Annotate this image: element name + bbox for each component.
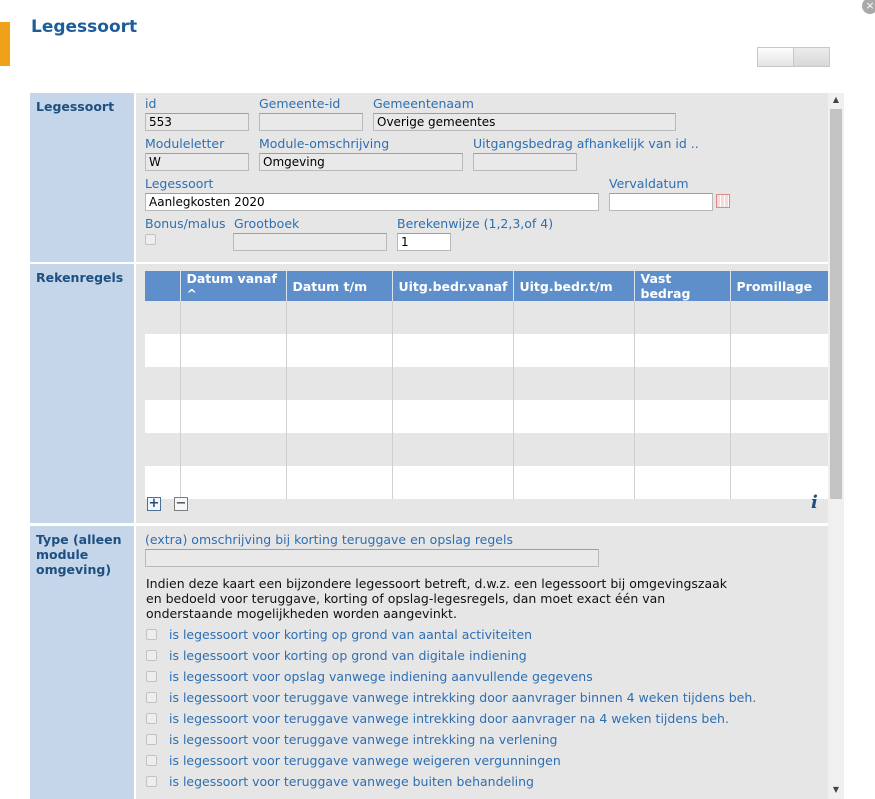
gemeentenaam-label: Gemeentenaam [373, 96, 474, 111]
option-opslag-aanvullend[interactable]: is legessoort voor opslag vanwege indien… [146, 667, 593, 685]
option-label: is legessoort voor teruggave vanwege bui… [169, 773, 534, 789]
option-checkbox[interactable] [146, 670, 157, 682]
table-row[interactable] [145, 466, 829, 499]
id-field[interactable]: 553 [145, 113, 249, 131]
section-label: Type (alleen module omgeving) [30, 526, 134, 799]
table-row[interactable] [145, 367, 829, 400]
option-teruggave-binnen-4-weken[interactable]: is legessoort voor teruggave vanwege int… [146, 688, 756, 706]
scroll-down-icon[interactable]: ▼ [828, 783, 844, 797]
option-checkbox[interactable] [146, 628, 157, 640]
table-row[interactable] [145, 433, 829, 466]
uitgangsbedrag-label: Uitgangsbedrag afhankelijk van id .. [473, 136, 699, 151]
grootboek-label: Grootboek [234, 216, 300, 231]
option-checkbox[interactable] [146, 754, 157, 766]
id-label: id [145, 96, 157, 111]
moduleletter-field[interactable]: W [145, 153, 249, 171]
accent-bar [0, 22, 10, 66]
vervaldatum-field[interactable] [609, 193, 713, 211]
column-header-uitg-bedr-vanaf[interactable]: Uitg.bedr.vanaf [391, 271, 513, 301]
toggle-left[interactable] [758, 48, 793, 66]
berekenwijze-label: Berekenwijze (1,2,3,of 4) [397, 216, 554, 231]
remove-row-icon[interactable]: − [174, 497, 188, 511]
gemeente-id-label: Gemeente-id [259, 96, 341, 111]
form-area: Legessoort id 553 Gemeente-id Gemeentena… [30, 93, 845, 799]
column-header-promillage[interactable]: Promillage [729, 271, 829, 301]
add-row-icon[interactable]: + [147, 497, 161, 511]
section-type: Type (alleen module omgeving) (extra) om… [30, 526, 828, 799]
omschrijving-field[interactable] [145, 549, 599, 567]
column-header-uitg-bedr-tm[interactable]: Uitg.bedr.t/m [512, 271, 634, 301]
table-row[interactable] [145, 400, 829, 433]
option-checkbox[interactable] [146, 712, 157, 724]
module-omschrijving-label: Module-omschrijving [259, 136, 390, 151]
moduleletter-label: Moduleletter [145, 136, 225, 151]
legessoort-field[interactable]: Aanlegkosten 2020 [145, 193, 599, 211]
option-label: is legessoort voor opslag vanwege indien… [169, 668, 593, 684]
vervaldatum-label: Vervaldatum [609, 176, 689, 191]
rekenregels-table: Datum vanaf ^ Datum t/m Uitg.bedr.vanaf … [145, 271, 829, 499]
option-label: is legessoort voor teruggave vanwege wei… [169, 752, 561, 768]
dialog-title: Legessoort [31, 17, 138, 37]
option-label: is legessoort voor korting op grond van … [169, 626, 533, 642]
section-body: Datum vanaf ^ Datum t/m Uitg.bedr.vanaf … [136, 264, 829, 523]
close-icon[interactable]: × [862, 0, 875, 14]
section-legessoort: Legessoort id 553 Gemeente-id Gemeentena… [30, 93, 828, 262]
column-header-vast-bedrag[interactable]: Vast bedrag [633, 271, 730, 301]
column-header-datum-vanaf[interactable]: Datum vanaf ^ [179, 271, 286, 301]
option-teruggave-na-4-weken[interactable]: is legessoort voor teruggave vanwege int… [146, 709, 729, 727]
view-toggle[interactable] [757, 47, 830, 67]
table-header-row: Datum vanaf ^ Datum t/m Uitg.bedr.vanaf … [145, 271, 829, 301]
option-checkbox[interactable] [146, 649, 157, 661]
column-header-datum-tm[interactable]: Datum t/m [285, 271, 392, 301]
option-checkbox[interactable] [146, 691, 157, 703]
option-checkbox[interactable] [146, 733, 157, 745]
legessoort-label: Legessoort [145, 176, 214, 191]
option-teruggave-na-verlening[interactable]: is legessoort voor teruggave vanwege int… [146, 730, 557, 748]
option-label: is legessoort voor teruggave vanwege int… [169, 689, 757, 705]
option-teruggave-buiten-behandeling[interactable]: is legessoort voor teruggave vanwege bui… [146, 772, 534, 790]
option-korting-digitaal[interactable]: is legessoort voor korting op grond van … [146, 646, 527, 664]
table-row[interactable] [145, 301, 829, 334]
scrollbar-thumb[interactable] [830, 109, 842, 499]
section-body: (extra) omschrijving bij korting terugga… [136, 526, 828, 799]
option-korting-activiteiten[interactable]: is legessoort voor korting op grond van … [146, 625, 532, 643]
explanation-text: Indien deze kaart een bijzondere legesso… [146, 576, 728, 621]
vertical-scrollbar[interactable]: ▲ ▼ [828, 93, 844, 799]
option-label: is legessoort voor teruggave vanwege int… [169, 731, 558, 747]
berekenwijze-field[interactable]: 1 [397, 233, 451, 251]
section-label: Legessoort [30, 93, 134, 262]
section-rekenregels: Rekenregels Datum vanaf ^ Datum t/m Uitg… [30, 264, 829, 523]
omschrijving-label: (extra) omschrijving bij korting terugga… [145, 532, 513, 547]
gemeente-id-field[interactable] [259, 113, 363, 131]
module-omschrijving-field[interactable]: Omgeving [259, 153, 463, 171]
option-label: is legessoort voor teruggave vanwege int… [169, 710, 729, 726]
option-checkbox[interactable] [146, 775, 157, 787]
info-icon[interactable]: i [811, 492, 818, 513]
grootboek-field[interactable] [233, 233, 387, 251]
uitgangsbedrag-field[interactable] [473, 153, 577, 171]
option-label: is legessoort voor korting op grond van … [169, 647, 527, 663]
option-teruggave-weigeren[interactable]: is legessoort voor teruggave vanwege wei… [146, 751, 561, 769]
bonus-malus-checkbox[interactable] [145, 234, 156, 245]
section-label: Rekenregels [30, 264, 134, 523]
table-row[interactable] [145, 334, 829, 367]
section-body: id 553 Gemeente-id Gemeentenaam Overige … [136, 93, 828, 262]
calendar-icon[interactable] [716, 194, 730, 208]
bonus-malus-label: Bonus/malus [145, 216, 226, 231]
scroll-up-icon[interactable]: ▲ [828, 93, 844, 107]
toggle-right[interactable] [793, 48, 829, 66]
column-header-select[interactable] [145, 271, 180, 301]
gemeentenaam-field[interactable]: Overige gemeentes [373, 113, 676, 131]
